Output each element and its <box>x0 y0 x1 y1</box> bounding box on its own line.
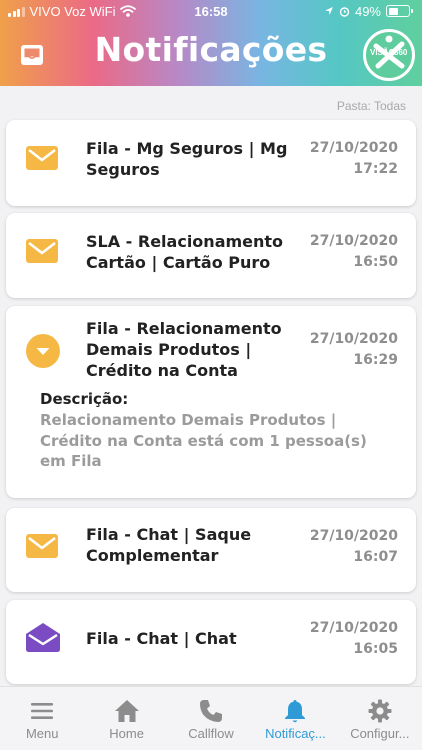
notification-time: 16:29 <box>353 352 398 368</box>
notification-title: Fila - Relacionamento Demais Produtos | … <box>86 319 282 380</box>
battery-percent: 49% <box>354 3 381 19</box>
notification-time: 16:05 <box>353 641 398 657</box>
tab-label: Callflow <box>188 726 234 741</box>
signal-icon <box>8 6 25 17</box>
notification-time: 17:22 <box>353 161 398 177</box>
bell-icon <box>285 700 306 723</box>
wifi-icon <box>120 5 137 17</box>
notification-card[interactable]: Fila - Chat | Chat 27/10/2020 16:05 <box>6 600 416 684</box>
tab-callflow[interactable]: Callflow <box>169 687 253 750</box>
notification-title: Fila - Chat | Chat <box>86 629 237 648</box>
notification-card[interactable]: Fila - Chat | Saque Complementar 27/10/2… <box>6 508 416 592</box>
description-label: Descrição: <box>40 390 129 408</box>
status-time: 16:58 <box>194 3 228 19</box>
carrier-name: VIVO Voz WiFi <box>29 3 116 19</box>
tab-label: Configur... <box>350 726 410 741</box>
folder-filter[interactable]: Pasta: Todas <box>337 99 406 113</box>
notification-card[interactable]: SLA - Relacionamento Cartão | Cartão Pur… <box>6 213 416 298</box>
logo-text-right: 360 <box>394 48 408 57</box>
notification-date: 27/10/2020 <box>309 140 398 156</box>
alarm-icon <box>339 6 350 17</box>
visao-360-logo: VISÃO 360 <box>363 29 415 81</box>
status-bar: VIVO Voz WiFi 16:58 49% <box>0 0 422 22</box>
notification-date: 27/10/2020 <box>309 528 398 544</box>
tab-home[interactable]: Home <box>84 687 168 750</box>
tab-label: Menu <box>25 726 59 741</box>
menu-icon <box>31 703 54 719</box>
notification-time: 16:50 <box>353 254 398 270</box>
tab-label: Home <box>109 726 144 741</box>
notification-title: Fila - Mg Seguros | Mg Seguros <box>86 139 288 179</box>
phone-icon <box>200 700 223 722</box>
gear-icon <box>368 699 392 723</box>
location-icon <box>324 7 333 15</box>
mail-icon <box>26 534 58 558</box>
tab-bar: Menu Home Callflow Notificaç... Configur… <box>0 686 422 750</box>
notification-title: SLA - Relacionamento Cartão | Cartão Pur… <box>86 232 284 272</box>
chevron-down-icon[interactable] <box>26 334 60 368</box>
notification-date: 27/10/2020 <box>309 331 398 347</box>
tab-settings[interactable]: Configur... <box>338 687 422 750</box>
home-icon <box>114 700 139 722</box>
mail-icon <box>26 146 58 170</box>
page-title: Notificações <box>94 30 328 69</box>
notification-title: Fila - Chat | Saque Complementar <box>86 525 252 565</box>
mail-icon <box>26 239 58 263</box>
mail-open-icon <box>26 623 60 652</box>
logo-text-left: VISÃO <box>370 48 395 57</box>
tab-menu[interactable]: Menu <box>0 687 84 750</box>
notification-date: 27/10/2020 <box>309 620 398 636</box>
tab-notifications[interactable]: Notificaç... <box>253 687 337 750</box>
description-text: Relacionamento Demais Produtos | Crédito… <box>40 411 367 470</box>
notification-date: 27/10/2020 <box>309 233 398 249</box>
tab-label: Notificaç... <box>265 726 326 741</box>
notification-card[interactable]: Fila - Mg Seguros | Mg Seguros 27/10/202… <box>6 120 416 206</box>
notification-time: 16:07 <box>353 549 398 565</box>
notification-card-expanded[interactable]: Fila - Relacionamento Demais Produtos | … <box>6 306 416 498</box>
battery-icon <box>386 5 413 17</box>
